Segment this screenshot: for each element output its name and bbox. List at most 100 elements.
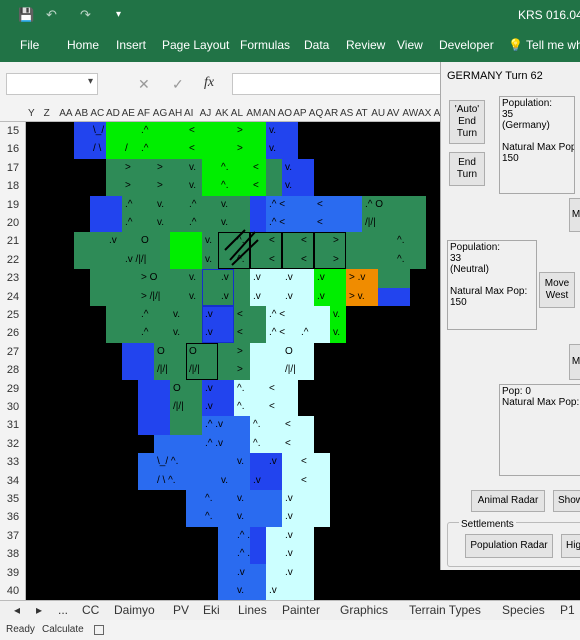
column-header[interactable]: AW (402, 108, 418, 119)
column-header[interactable]: AX (418, 108, 431, 119)
column-header[interactable]: AU (371, 108, 385, 119)
map-glyph: .^ (141, 125, 149, 136)
row-header[interactable]: 19 (0, 196, 26, 214)
confirm-icon[interactable]: ✓ (172, 76, 184, 93)
tab-home[interactable]: Home (67, 38, 99, 52)
column-header[interactable]: AR (324, 108, 338, 119)
end-turn-button[interactable]: End Turn (449, 152, 485, 186)
macro-record-icon[interactable] (94, 625, 104, 635)
tab-formulas[interactable]: Formulas (240, 38, 290, 52)
column-header[interactable]: AG (153, 108, 167, 119)
column-header[interactable]: AN (262, 108, 276, 119)
row-header[interactable]: 28 (0, 361, 26, 379)
tab-file[interactable]: File (20, 38, 39, 52)
row-header[interactable]: 24 (0, 288, 26, 306)
row-header[interactable]: 37 (0, 527, 26, 545)
sheet-tab[interactable]: Terrain Types (409, 603, 481, 617)
column-header[interactable]: Z (44, 108, 50, 119)
row-header[interactable]: 15 (0, 122, 26, 140)
row-header[interactable]: 39 (0, 564, 26, 582)
row-header[interactable]: 34 (0, 472, 26, 490)
column-header[interactable]: AQ (309, 108, 323, 119)
row-header[interactable]: 18 (0, 177, 26, 195)
tab-insert[interactable]: Insert (116, 38, 146, 52)
tell-me-search[interactable]: 💡 Tell me wha (508, 38, 580, 52)
row-header[interactable]: 26 (0, 324, 26, 342)
sheet-tab-more[interactable]: ... (58, 603, 68, 617)
sheet-tab[interactable]: Daimyo (114, 603, 155, 617)
sheet-tab[interactable]: Graphics (340, 603, 388, 617)
column-header[interactable]: Y (28, 108, 35, 119)
column-header[interactable]: AV (387, 108, 400, 119)
show-button[interactable]: Show (553, 490, 580, 512)
column-header[interactable]: AJ (200, 108, 212, 119)
cancel-icon[interactable]: ✕ (138, 76, 150, 93)
high-button[interactable]: High (561, 534, 580, 558)
column-header[interactable]: AA (59, 108, 72, 119)
row-header[interactable]: 29 (0, 380, 26, 398)
sheet-tab[interactable]: PV (173, 603, 189, 617)
prev-sheet-icon[interactable]: ◂ (14, 603, 20, 617)
undo-icon[interactable]: ↶ (46, 7, 57, 23)
save-icon[interactable]: 💾 (18, 7, 34, 23)
row-header[interactable]: 25 (0, 306, 26, 324)
sheet-tab[interactable]: P1 (560, 603, 575, 617)
tab-developer[interactable]: Developer (439, 38, 494, 52)
tab-data[interactable]: Data (304, 38, 329, 52)
animal-radar-button[interactable]: Animal Radar (471, 490, 545, 512)
column-header[interactable]: AS (340, 108, 353, 119)
column-header[interactable]: AI (184, 108, 193, 119)
column-header[interactable]: AL (231, 108, 243, 119)
column-header[interactable]: AK (215, 108, 228, 119)
column-header[interactable]: AF (137, 108, 150, 119)
column-header[interactable]: AM (246, 108, 261, 119)
column-header[interactable]: AT (356, 108, 368, 119)
name-box[interactable]: ▾ (6, 73, 98, 95)
map-glyph: .^ (125, 217, 133, 228)
row-header[interactable]: 31 (0, 416, 26, 434)
redo-icon[interactable]: ↷ (80, 7, 91, 23)
next-sheet-icon[interactable]: ▸ (36, 603, 42, 617)
column-header[interactable]: AB (75, 108, 88, 119)
population-radar-button[interactable]: Population Radar (465, 534, 553, 558)
tab-view[interactable]: View (397, 38, 423, 52)
sheet-tab[interactable]: Lines (238, 603, 267, 617)
customize-qat-icon[interactable]: ▾ (116, 9, 121, 20)
row-header[interactable]: 23 (0, 269, 26, 287)
row-header[interactable]: 22 (0, 251, 26, 269)
tab-review[interactable]: Review (346, 38, 385, 52)
column-header[interactable]: AP (293, 108, 306, 119)
row-header[interactable]: 30 (0, 398, 26, 416)
row-header[interactable]: 33 (0, 453, 26, 471)
column-header[interactable]: AD (106, 108, 120, 119)
sheet-tab[interactable]: Species (502, 603, 545, 617)
sheet-tab[interactable]: CC (82, 603, 99, 617)
row-header[interactable]: 38 (0, 545, 26, 563)
clipped-button-2[interactable]: M (569, 344, 580, 380)
map-grid[interactable]: \_/ .^ < > v. / \ / .^ < > v. > > v. ^. < v. > > v. ^. < v. .^ v… (26, 122, 440, 600)
row-header[interactable]: 40 (0, 582, 26, 600)
clipped-button-1[interactable]: M (569, 198, 580, 232)
auto-end-turn-button[interactable]: 'Auto' End Turn (449, 100, 485, 144)
row-header[interactable]: 27 (0, 343, 26, 361)
row-header[interactable]: 35 (0, 490, 26, 508)
row-header[interactable]: 36 (0, 508, 26, 526)
row-header[interactable]: 21 (0, 232, 26, 250)
column-header[interactable]: AO (278, 108, 292, 119)
status-calculate[interactable]: Calculate (42, 624, 84, 635)
sheet-tab[interactable]: Painter (282, 603, 320, 617)
column-header[interactable]: AE (122, 108, 135, 119)
sheet-tab[interactable]: Eki (203, 603, 220, 617)
column-header[interactable]: AC (90, 108, 104, 119)
name-box-dropdown-icon[interactable]: ▾ (88, 76, 93, 87)
insert-function-icon[interactable]: fx (204, 75, 214, 91)
row-header[interactable]: 16 (0, 140, 26, 158)
tab-page-layout[interactable]: Page Layout (162, 38, 229, 52)
map-glyph: .^ < (269, 309, 286, 320)
row-header[interactable]: 20 (0, 214, 26, 232)
map-glyph: > (237, 364, 243, 376)
column-header[interactable]: AH (168, 108, 182, 119)
row-header[interactable]: 32 (0, 435, 26, 453)
row-header[interactable]: 17 (0, 159, 26, 177)
move-west-button[interactable]: Move West (539, 272, 575, 308)
